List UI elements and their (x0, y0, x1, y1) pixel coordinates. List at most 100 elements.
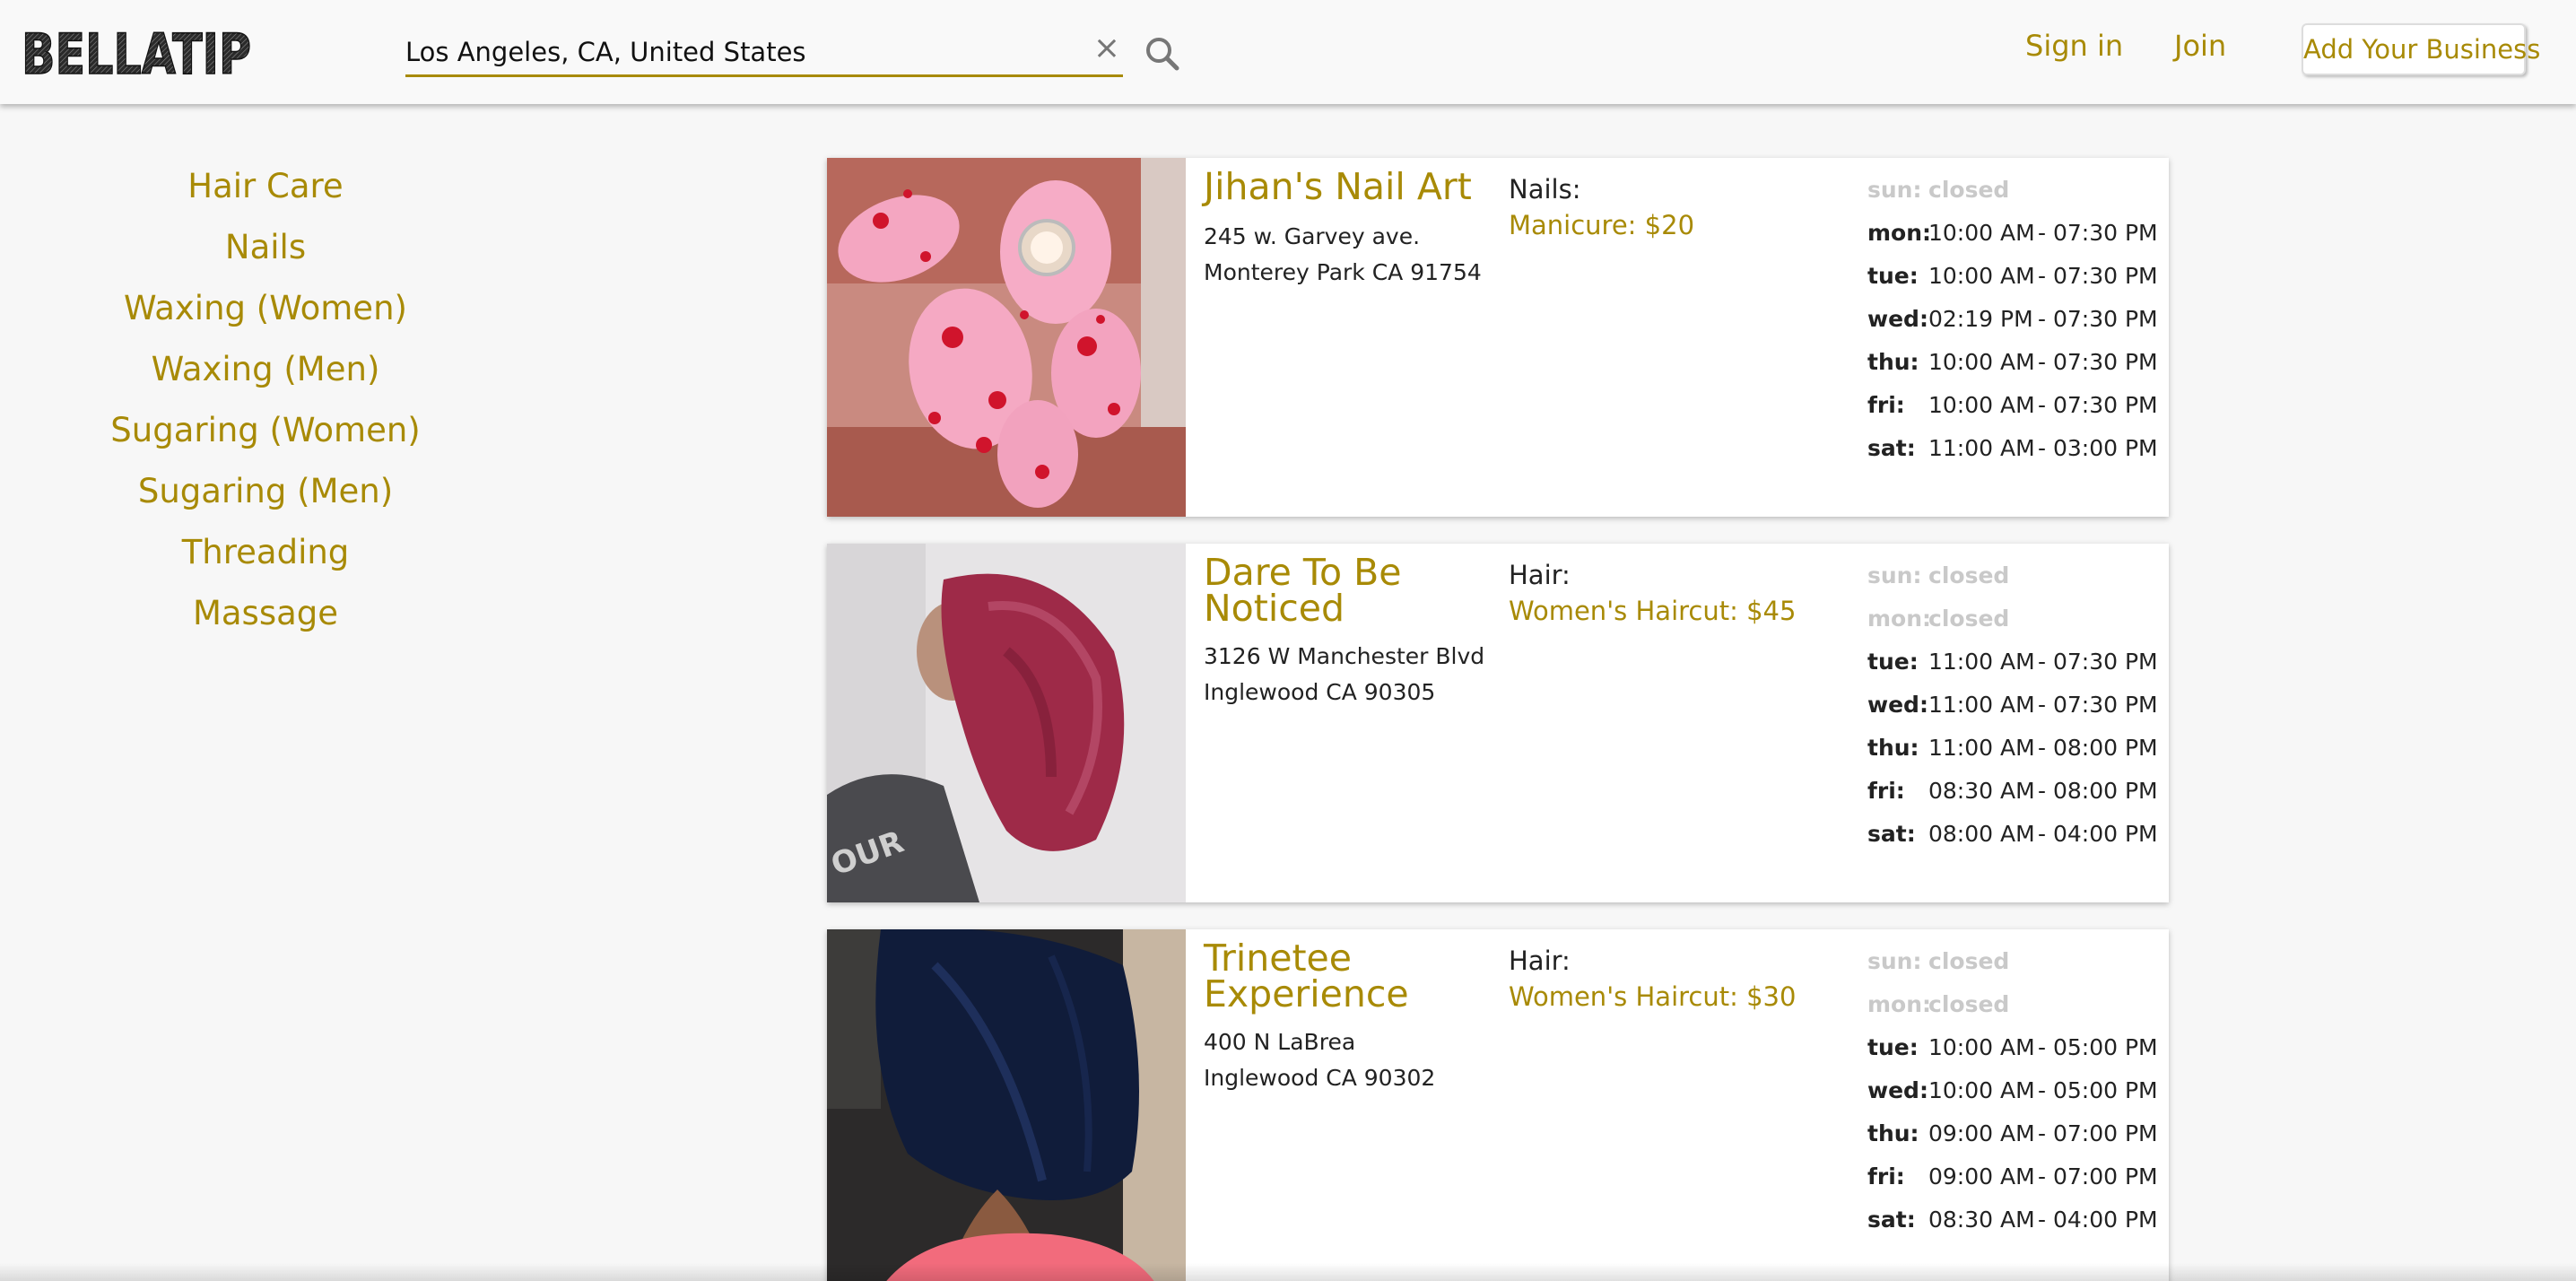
hours-row-sun: sun: closed (1867, 169, 2163, 212)
hours-close: - 05:00 PM (2038, 1077, 2158, 1103)
hours-day: sat: (1867, 435, 1916, 461)
hours-day: fri: (1867, 392, 1905, 418)
hours-open: 08:30 AM (1928, 778, 2035, 804)
hours-day: sat: (1867, 1207, 1916, 1233)
hours-row-sun: sun: closed (1867, 554, 2163, 597)
category-waxing-women[interactable]: Waxing (Women) (81, 282, 450, 343)
hours-close: - 05:00 PM (2038, 1034, 2158, 1060)
clear-search-icon[interactable]: × (1091, 30, 1123, 66)
search-icon[interactable] (1141, 32, 1184, 75)
hours-close: - 07:30 PM (2038, 220, 2158, 246)
hours-close: - 07:30 PM (2038, 692, 2158, 718)
service-price[interactable]: Women's Haircut: $45 (1509, 596, 1796, 626)
category-sugaring-men[interactable]: Sugaring (Men) (81, 465, 450, 526)
hours-open: 02:19 PM (1928, 306, 2033, 332)
hours-open: closed (1928, 991, 2010, 1017)
hours-open: 11:00 AM (1928, 692, 2035, 718)
sign-in-link[interactable]: Sign in (2025, 29, 2123, 63)
join-link[interactable]: Join (2174, 29, 2226, 63)
hours-close: - 08:00 PM (2038, 735, 2158, 761)
hours-open: 10:00 AM (1928, 1077, 2035, 1103)
hours-close: - 07:30 PM (2038, 392, 2158, 418)
hours-day: thu: (1867, 1120, 1919, 1146)
category-nails[interactable]: Nails (81, 221, 450, 282)
hours-open: 10:00 AM (1928, 220, 2035, 246)
service-price[interactable]: Manicure: $20 (1509, 210, 1694, 240)
hours-row-tue: tue: 10:00 AM - 07:30 PM (1867, 255, 2163, 298)
business-photo[interactable] (827, 158, 1186, 517)
hours-row-mon: mon: closed (1867, 983, 2163, 1026)
hours-open: 11:00 AM (1928, 435, 2035, 461)
hours-open: 10:00 AM (1928, 392, 2035, 418)
business-photo[interactable] (827, 929, 1186, 1281)
hours-open: closed (1928, 948, 2010, 974)
hours-day: sat: (1867, 821, 1916, 847)
hours-row-sun: sun: closed (1867, 940, 2163, 983)
hours-day: tue: (1867, 649, 1919, 675)
hours-close: - 08:00 PM (2038, 778, 2158, 804)
hours-day: sun: (1867, 562, 1922, 588)
hours-day: wed: (1867, 1077, 1928, 1103)
hours-day: tue: (1867, 263, 1919, 289)
bottom-shadow (0, 1263, 2576, 1281)
hours-open: 08:00 AM (1928, 821, 2035, 847)
listing-card[interactable]: Jihan's Nail Art 245 w. Garvey ave. Mont… (827, 158, 2169, 517)
logo-text: BELLATIP (22, 22, 251, 84)
hours-row-thu: thu: 09:00 AM - 07:00 PM (1867, 1112, 2163, 1155)
hours-row-fri: fri: 10:00 AM - 07:30 PM (1867, 384, 2163, 427)
category-threading[interactable]: Threading (81, 526, 450, 587)
hours-open: 08:30 AM (1928, 1207, 2035, 1233)
category-waxing-men[interactable]: Waxing (Men) (81, 343, 450, 404)
location-search: × (405, 27, 1123, 77)
business-photo[interactable]: OUR (827, 544, 1186, 902)
business-hours: sun: closed mon: closed tue: 10:00 AM - 05:0… (1867, 940, 2163, 1242)
hours-row-tue: tue: 10:00 AM - 05:00 PM (1867, 1026, 2163, 1069)
hours-open: 11:00 AM (1928, 735, 2035, 761)
category-sugaring-women[interactable]: Sugaring (Women) (81, 404, 450, 465)
hours-day: tue: (1867, 1034, 1919, 1060)
business-hours: sun: closed mon: 10:00 AM - 07:30 PM tue: 10… (1867, 169, 2163, 470)
hours-open: 11:00 AM (1928, 649, 2035, 675)
hours-row-sat: sat: 08:00 AM - 04:00 PM (1867, 813, 2163, 856)
hours-row-tue: tue: 11:00 AM - 07:30 PM (1867, 640, 2163, 684)
hours-close: - 07:30 PM (2038, 649, 2158, 675)
hours-open: closed (1928, 177, 2010, 203)
hours-open: 09:00 AM (1928, 1120, 2035, 1146)
business-name[interactable]: Jihan's Nail Art (1204, 169, 1491, 205)
hours-row-mon: mon: closed (1867, 597, 2163, 640)
service-category: Nails: (1509, 174, 1581, 205)
top-bar: BELLATIP × Sign in Join Add Your Busines… (0, 0, 2576, 104)
hours-day: fri: (1867, 1163, 1905, 1190)
service-category: Hair: (1509, 560, 1571, 590)
hours-day: sun: (1867, 177, 1922, 203)
hours-row-fri: fri: 08:30 AM - 08:00 PM (1867, 770, 2163, 813)
hours-open: 10:00 AM (1928, 263, 2035, 289)
address-line-1: 400 N LaBrea (1204, 1029, 1356, 1055)
business-name[interactable]: Dare To Be Noticed (1204, 554, 1491, 627)
category-sidebar: Hair Care Nails Waxing (Women) Waxing (M… (81, 160, 450, 648)
hours-close: - 07:00 PM (2038, 1163, 2158, 1190)
address-line-1: 3126 W Manchester Blvd (1204, 643, 1485, 669)
listing-card[interactable]: OUR Dare To Be Noticed 3126 W Manchester… (827, 544, 2169, 902)
hours-close: - 03:00 PM (2038, 435, 2158, 461)
hours-row-wed: wed: 10:00 AM - 05:00 PM (1867, 1069, 2163, 1112)
category-hair-care[interactable]: Hair Care (81, 160, 450, 221)
hours-day: wed: (1867, 306, 1928, 332)
hours-close: - 04:00 PM (2038, 821, 2158, 847)
hours-row-thu: thu: 11:00 AM - 08:00 PM (1867, 727, 2163, 770)
hours-open: 09:00 AM (1928, 1163, 2035, 1190)
location-search-input[interactable] (405, 32, 1069, 72)
service-price[interactable]: Women's Haircut: $30 (1509, 981, 1796, 1012)
hours-day: mon: (1867, 606, 1932, 632)
address-line-2: Inglewood CA 90302 (1204, 1065, 1436, 1091)
hours-day: sun: (1867, 948, 1922, 974)
business-name[interactable]: Trinetee Experience (1204, 940, 1491, 1013)
add-your-business-button[interactable]: Add Your Business (2302, 23, 2540, 75)
hours-open: 10:00 AM (1928, 349, 2035, 375)
bellatip-logo[interactable]: BELLATIP (22, 20, 255, 84)
hours-open: 10:00 AM (1928, 1034, 2035, 1060)
listing-card[interactable]: Trinetee Experience 400 N LaBrea Inglewo… (827, 929, 2169, 1281)
hours-row-wed: wed: 02:19 PM - 07:30 PM (1867, 298, 2163, 341)
hours-close: - 07:30 PM (2038, 349, 2158, 375)
category-massage[interactable]: Massage (81, 587, 450, 648)
